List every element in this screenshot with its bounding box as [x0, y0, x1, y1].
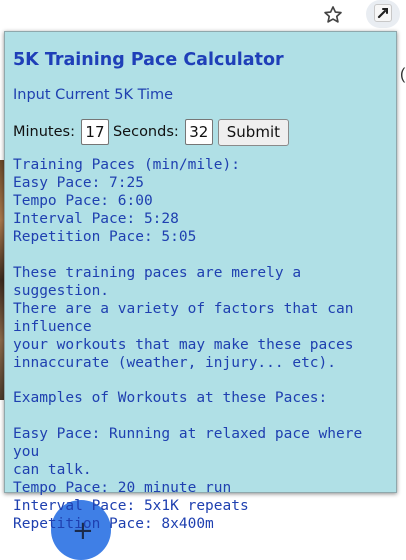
puzzle-extension-icon — [374, 4, 392, 22]
disclaimer-line: There are a variety of factors that can … — [13, 301, 354, 335]
tempo-example: Tempo Pace: 20 minute run — [13, 480, 232, 496]
disclaimer-line: These training paces are merely a sugges… — [13, 265, 302, 299]
time-input-form: Minutes: Seconds: Submit — [13, 118, 388, 146]
background-page-text: ( — [400, 66, 406, 83]
easy-example: Easy Pace: Running at relaxed pace where… — [13, 426, 363, 460]
training-paces: Training Paces (min/mile): Easy Pace: 7:… — [13, 156, 388, 246]
disclaimer-text: These training paces are merely a sugges… — [13, 264, 388, 372]
easy-example-cont: can talk. — [13, 462, 92, 478]
minutes-input[interactable] — [80, 119, 109, 145]
minutes-label: Minutes: — [13, 124, 75, 140]
browser-toolbar — [0, 0, 406, 30]
interval-pace: Interval Pace: 5:28 — [13, 211, 179, 227]
disclaimer-line: your workouts that may make these paces — [13, 337, 354, 353]
seconds-input[interactable] — [184, 119, 213, 145]
interval-example: Interval Pace: 5x1K repeats — [13, 498, 249, 514]
repetition-example: Repetition Pace: 8x400m — [13, 516, 214, 532]
seconds-label: Seconds: — [112, 124, 179, 140]
workout-examples: Easy Pace: Running at relaxed pace where… — [13, 425, 388, 533]
star-outline-icon[interactable] — [322, 4, 344, 26]
paces-heading: Training Paces (min/mile): — [13, 157, 240, 173]
popup-title: 5K Training Pace Calculator — [13, 50, 284, 70]
extension-button[interactable] — [366, 0, 400, 28]
easy-pace: Easy Pace: 7:25 — [13, 175, 144, 191]
submit-button[interactable]: Submit — [217, 118, 289, 146]
examples-heading: Examples of Workouts at these Paces: — [13, 390, 328, 406]
input-instruction: Input Current 5K Time — [13, 87, 174, 103]
extension-popup: 5K Training Pace Calculator Input Curren… — [4, 31, 397, 532]
repetition-pace: Repetition Pace: 5:05 — [13, 229, 197, 245]
disclaimer-line: innaccurate (weather, injury... etc). — [13, 355, 337, 371]
tempo-pace: Tempo Pace: 6:00 — [13, 193, 153, 209]
